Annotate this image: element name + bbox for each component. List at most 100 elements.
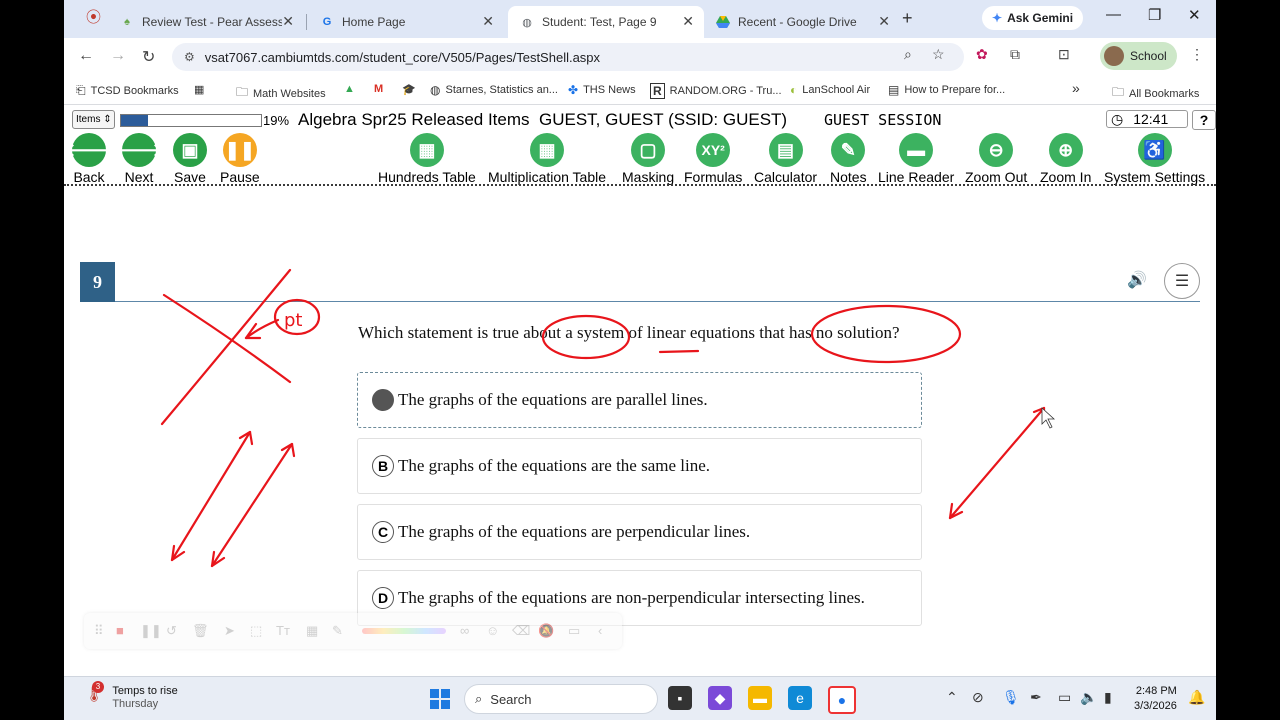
calculator-button[interactable]: ▤ Calculator (754, 133, 817, 185)
taskbar-search[interactable]: ⌕ Search (464, 684, 658, 714)
zoom-in-button[interactable]: ⊕ Zoom In (1040, 133, 1091, 185)
line-reader-button[interactable]: ▬ Line Reader (878, 133, 954, 185)
network-off-icon[interactable]: ⊘ (972, 689, 984, 706)
next-button[interactable]: 🡒 Next (115, 133, 163, 185)
bookmark-tcsd[interactable]: ⎗ TCSD Bookmarks (76, 83, 179, 98)
grad-cap-icon[interactable]: 🎓 (402, 83, 416, 96)
gemini-icon: ✦ (992, 11, 1003, 25)
puzzle-icon[interactable]: ⧉ (1010, 46, 1020, 63)
notes-button[interactable]: ✎ Notes (830, 133, 867, 185)
notification-bell-icon[interactable]: 🔔 (1188, 689, 1205, 706)
close-icon[interactable]: ✕ (282, 13, 294, 30)
pen-tray-icon[interactable]: ✒ (1030, 689, 1042, 706)
tab-student-test[interactable]: ◍ Student: Test, Page 9 ✕ (508, 6, 704, 38)
option-b-radio[interactable]: B (372, 455, 394, 477)
weather-widget[interactable]: 🌡 3 Temps to rise Thursday (84, 681, 178, 710)
help-button[interactable]: ? (1192, 110, 1216, 130)
restore-button[interactable]: ❐ (1148, 6, 1161, 24)
tab-google-drive[interactable]: Recent - Google Drive ✕ (704, 6, 900, 38)
mute-icon[interactable]: 🔕 (538, 623, 554, 639)
tab-home-page[interactable]: G Home Page ✕ (308, 6, 504, 38)
microphone-icon[interactable]: 🎙 (1002, 689, 1020, 706)
all-bookmarks[interactable]: 🗀 All Bookmarks (1112, 83, 1199, 104)
question-menu-button[interactable]: ☰ (1164, 263, 1200, 299)
tab-label: Student: Test, Page 9 (542, 15, 657, 29)
text-to-speech-icon[interactable]: 🔊 (1127, 270, 1147, 290)
close-window-button[interactable]: ✕ (1188, 6, 1201, 24)
bookmark-math-websites[interactable]: 🗀 Math Websites (236, 83, 326, 104)
back-button[interactable]: 🡐 Back (65, 133, 113, 185)
edge-icon[interactable]: e (788, 686, 812, 710)
m365-icon[interactable]: ◆ (708, 686, 732, 710)
answer-option-b[interactable]: B The graphs of the equations are the sa… (357, 438, 922, 494)
answer-option-c[interactable]: C The graphs of the equations are perpen… (357, 504, 922, 560)
pause-icon[interactable]: ❚❚ (140, 623, 162, 639)
record-icon[interactable]: ⦿ (86, 6, 101, 27)
volume-icon[interactable]: 🔈 (1080, 689, 1097, 706)
pause-button[interactable]: ❚❚ Pause (220, 133, 260, 185)
camera-off-icon[interactable]: ▭ (568, 623, 580, 639)
masking-button[interactable]: ▢ Masking (622, 133, 674, 185)
pointer-icon[interactable]: ➤ (224, 623, 235, 639)
bookmark-starnes[interactable]: ◍ Starnes, Statistics an... (430, 83, 558, 97)
back-arrow-icon[interactable]: ← (78, 47, 94, 65)
bookmark-random-org[interactable]: R RANDOM.ORG - Tru... (650, 83, 782, 99)
close-icon[interactable]: ✕ (682, 13, 694, 30)
items-dropdown[interactable]: Items ⇕ (72, 110, 115, 129)
chrome-icon[interactable]: ● (828, 686, 856, 714)
url-bar[interactable]: ⚙ vsat7067.cambiumtds.com/student_core/V… (172, 43, 964, 71)
gmail-icon[interactable]: M (374, 83, 383, 95)
close-icon[interactable]: ✕ (482, 13, 494, 30)
collapse-icon[interactable]: ‹ (598, 623, 602, 638)
option-c-radio[interactable]: C (372, 521, 394, 543)
undo-icon[interactable]: ↺ (166, 623, 177, 639)
emoji-icon[interactable]: ☺ (486, 623, 499, 638)
save-button[interactable]: ▣ Save (173, 133, 207, 185)
ask-gemini-button[interactable]: ✦ Ask Gemini (982, 6, 1084, 30)
record-stop-icon[interactable]: ■ (116, 623, 124, 638)
tab-review-test[interactable]: ♠ Review Test - Pear Assessme ✕ (108, 6, 304, 38)
kebab-menu-icon[interactable]: ⋮ (1190, 46, 1204, 63)
eraser-icon[interactable]: ⌫ (512, 623, 530, 639)
option-d-radio[interactable]: D (372, 587, 394, 609)
windows-start-icon[interactable] (430, 689, 450, 709)
site-info-icon[interactable]: ⚙ (184, 50, 195, 64)
formulas-button[interactable]: XY² Formulas (684, 133, 742, 185)
search-tab-icon[interactable]: ⊡ (1058, 46, 1070, 63)
more-bookmarks-icon[interactable]: » (1072, 80, 1080, 96)
grid-icon[interactable]: ▦ (306, 623, 318, 639)
color-picker[interactable] (362, 628, 446, 634)
apps-grid-icon[interactable]: ▦ (194, 83, 204, 96)
multiplication-table-button[interactable]: ▦ Multiplication Table (488, 133, 606, 185)
trash-icon[interactable]: 🗑 (192, 623, 209, 639)
extension-icon[interactable]: ✿ (976, 46, 988, 63)
task-view-icon[interactable]: ▪ (668, 686, 692, 710)
drive-icon[interactable]: ▲ (344, 83, 355, 95)
battery-icon[interactable]: ▮ (1104, 689, 1112, 706)
profile-button[interactable]: School (1100, 42, 1177, 70)
file-explorer-icon[interactable]: ▬ (748, 686, 772, 710)
pen-icon[interactable]: ✎ (332, 623, 343, 639)
hundreds-table-button[interactable]: ▦ Hundreds Table (378, 133, 476, 185)
bookmark-lanschool[interactable]: ◐ LanSchool Air (790, 83, 870, 97)
answer-option-a[interactable]: The graphs of the equations are parallel… (357, 372, 922, 428)
minimize-button[interactable]: — (1106, 6, 1121, 23)
system-settings-button[interactable]: ♿ System Settings (1104, 133, 1205, 185)
bookmark-ths-news[interactable]: ✤ THS News (568, 83, 636, 97)
bookmark-star-icon[interactable]: ☆ (932, 46, 945, 63)
tray-chevron-icon[interactable]: ⌃ (946, 689, 958, 706)
option-a-radio[interactable] (372, 389, 394, 411)
link-icon[interactable]: ∞ (460, 623, 469, 638)
close-icon[interactable]: ✕ (878, 13, 890, 30)
text-tool-icon[interactable]: Tт (276, 623, 290, 638)
new-tab-button[interactable]: + (902, 8, 913, 29)
drag-handle-icon[interactable]: ⠿ (94, 623, 104, 639)
zoom-out-button[interactable]: ⊖ Zoom Out (965, 133, 1027, 185)
bookmark-how-to-prepare[interactable]: ▤ How to Prepare for... (888, 83, 1005, 97)
forward-arrow-icon[interactable]: → (110, 47, 126, 65)
taskbar-clock[interactable]: 2:48 PM 3/3/2026 (1134, 684, 1177, 714)
display-icon[interactable]: ▭ (1058, 689, 1071, 706)
zoom-icon[interactable]: ⌕ (904, 46, 912, 63)
reload-icon[interactable]: ↻ (142, 47, 155, 67)
crop-icon[interactable]: ⬚ (250, 623, 262, 639)
